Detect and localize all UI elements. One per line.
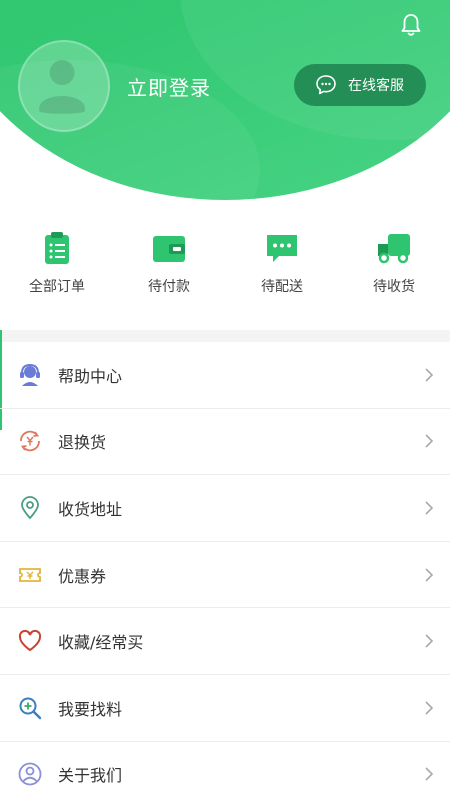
order-pending-delivery-label: 待配送: [261, 279, 303, 295]
order-pending-receipt-button[interactable]: 待收货: [344, 230, 444, 310]
yen-exchange-icon: [20, 431, 40, 452]
menu-item-label: 优惠券: [58, 566, 107, 586]
search-plus-icon: [19, 697, 42, 719]
profile-header: 立即登录 在线客服: [0, 0, 450, 200]
menu-item-about-us[interactable]: 关于我们: [0, 742, 450, 800]
chevron-right-icon: [425, 568, 434, 582]
menu-item-label: 我要找料: [58, 699, 123, 719]
order-pending-delivery-button[interactable]: 待配送: [232, 230, 332, 310]
chat-bubble-icon: [267, 235, 297, 262]
avatar[interactable]: [18, 40, 110, 132]
order-all-button[interactable]: 全部订单: [7, 230, 107, 310]
chevron-right-icon: [425, 434, 434, 448]
menu-item-address[interactable]: 收货地址: [0, 475, 450, 542]
headset-icon: [20, 363, 40, 386]
login-link[interactable]: 立即登录: [127, 72, 211, 101]
menu-item-label: 退换货: [58, 433, 107, 453]
user-silhouette-icon: [39, 60, 86, 114]
menu-item-label: 收藏/经常买: [58, 633, 144, 653]
section-divider: [0, 330, 450, 342]
order-unpaid-label: 待付款: [148, 279, 190, 295]
menu-item-returns[interactable]: 退换货: [0, 409, 450, 476]
chat-icon: [316, 75, 336, 95]
order-unpaid-button[interactable]: 待付款: [119, 230, 219, 310]
chevron-right-icon: [425, 767, 434, 781]
heart-icon: [18, 630, 42, 652]
order-pending-receipt-label: 待收货: [373, 279, 415, 295]
chevron-right-icon: [425, 701, 434, 715]
menu-list: 帮助中心 退换货 收货地址 优惠券 收藏/经常买 我要找料 关于我们: [0, 342, 450, 800]
chevron-right-icon: [425, 501, 434, 515]
order-all-label: 全部订单: [29, 279, 85, 295]
menu-item-help-center[interactable]: 帮助中心: [0, 342, 450, 409]
truck-icon: [378, 234, 410, 264]
bell-icon[interactable]: [398, 12, 424, 38]
menu-item-label: 关于我们: [58, 766, 123, 786]
menu-item-favorites[interactable]: 收藏/经常买: [0, 608, 450, 675]
wallet-icon: [153, 236, 185, 262]
location-pin-icon: [21, 496, 39, 520]
order-shortcuts: 全部订单 待付款 待配送 待收货: [0, 200, 450, 330]
user-circle-icon: [18, 762, 42, 786]
clipboard-list-icon: [45, 232, 69, 264]
online-service-button[interactable]: 在线客服: [294, 64, 426, 106]
menu-item-label: 帮助中心: [58, 366, 123, 386]
chevron-right-icon: [425, 368, 434, 382]
chevron-right-icon: [425, 634, 434, 648]
menu-item-label: 收货地址: [58, 499, 123, 519]
coupon-icon: [19, 567, 41, 582]
online-service-label: 在线客服: [348, 78, 404, 94]
menu-item-find-material[interactable]: 我要找料: [0, 675, 450, 742]
menu-item-coupons[interactable]: 优惠券: [0, 542, 450, 609]
